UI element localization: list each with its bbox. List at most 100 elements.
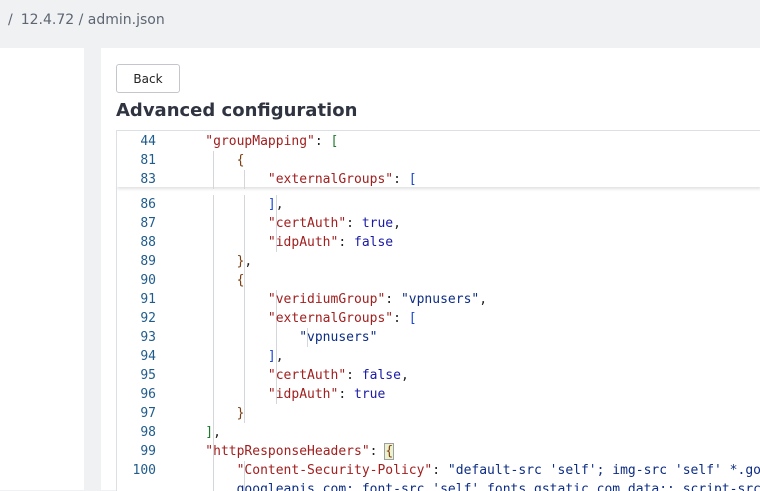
code-line: 87 "certAuth": true, (117, 214, 760, 233)
code-token: , (400, 368, 409, 383)
code-line: 98], (117, 423, 760, 442)
code-token: true (361, 216, 394, 231)
code-token: : (393, 311, 409, 326)
code-token: { (384, 443, 395, 460)
code-text: "httpResponseHeaders": { (205, 442, 395, 461)
code-line: 95 "certAuth": false, (117, 366, 760, 385)
code-line: 90 { (117, 271, 760, 290)
code-token: { (236, 273, 245, 288)
code-line: 92 "externalGroups": [ (117, 309, 760, 328)
line-number: 92 (140, 311, 156, 326)
code-token: , (275, 197, 284, 212)
line-number: 97 (140, 406, 156, 421)
code-token: : (369, 444, 386, 459)
code-line: 44 "groupMapping": [ (117, 132, 760, 151)
code-line: 91 "veridiumGroup": "vpnusers", (117, 290, 760, 309)
code-text: { (237, 271, 245, 290)
line-number: 86 (140, 197, 156, 212)
code-token: "veridiumGroup" (267, 292, 386, 307)
code-token: false (354, 235, 394, 250)
code-token: [ (330, 134, 339, 149)
code-line: 83 "externalGroups": [ (117, 170, 760, 189)
line-number: 89 (140, 254, 156, 269)
breadcrumb: / 12.4.72 / admin.json (8, 0, 165, 40)
line-number: 95 (140, 368, 156, 383)
line-number: 98 (140, 425, 156, 440)
code-token: ] (267, 349, 276, 364)
code-token: : (338, 235, 354, 250)
code-line: 94], (117, 347, 760, 366)
code-token: , (275, 349, 284, 364)
code-text: "certAuth": false, (268, 366, 409, 385)
line-number: 93 (140, 330, 156, 345)
code-line: 93 "vpnusers" (117, 328, 760, 347)
code-token: "idpAuth" (267, 235, 339, 250)
back-button[interactable]: Back (116, 64, 180, 93)
code-token: "groupMapping" (205, 134, 315, 149)
code-token: [ (408, 172, 417, 187)
line-number: 87 (140, 216, 156, 231)
line-number: 100 (132, 463, 156, 478)
line-number: 94 (140, 349, 156, 364)
code-text: "Content-Security-Policy": "default-src … (237, 461, 760, 480)
code-token: ] (267, 197, 276, 212)
code-editor[interactable]: 44 "groupMapping": [81{83 "externalGroups"… (116, 130, 760, 491)
code-token: "certAuth" (267, 216, 347, 231)
code-line: 89}, (117, 252, 760, 271)
code-token: : (432, 463, 448, 478)
code-line: 96 "idpAuth": true (117, 385, 760, 404)
code-line: 99 "httpResponseHeaders": { (117, 442, 760, 461)
code-token: ] (205, 425, 214, 440)
code-text: "idpAuth": true (268, 385, 385, 404)
code-token: "Content-Security-Policy" (236, 463, 433, 478)
line-number: 81 (140, 153, 156, 168)
code-token: : (385, 292, 401, 307)
code-text: "vpnusers" (299, 328, 377, 347)
code-token: "externalGroups" (267, 172, 394, 187)
code-line: 100 "Content-Security-Policy": "default-s… (117, 461, 760, 480)
code-token: : (346, 368, 362, 383)
code-text: "groupMapping": [ (205, 132, 338, 151)
line-number: 90 (140, 273, 156, 288)
code-token: "default-src 'self'; img-src 'self' *.go… (447, 463, 760, 478)
page-title: Advanced configuration (116, 100, 358, 121)
code-line: 97} (117, 404, 760, 423)
code-line: 81 { (117, 151, 760, 170)
code-token: "vpnusers" (400, 292, 480, 307)
code-token: false (361, 368, 401, 383)
code-text: "certAuth": true, (268, 214, 401, 233)
code-line: googleapis.com; font-src 'self' fonts.gs… (117, 480, 760, 491)
code-line: 86], (117, 195, 760, 214)
code-token: [ (408, 311, 417, 326)
code-text: }, (237, 252, 253, 271)
code-text: googleapis.com; font-src 'self' fonts.gs… (237, 480, 760, 491)
code-text: "veridiumGroup": "vpnusers", (268, 290, 487, 309)
code-text: ], (268, 347, 284, 366)
code-token: , (479, 292, 488, 307)
code-token: : (393, 172, 409, 187)
code-token: { (236, 153, 245, 168)
code-text: ], (205, 423, 221, 442)
code-text: { (237, 151, 245, 170)
code-text: ], (268, 195, 284, 214)
breadcrumb-path[interactable]: 12.4.72 / admin.json (21, 12, 165, 28)
code-text: "externalGroups": [ (268, 170, 417, 189)
breadcrumb-separator: / (8, 12, 13, 28)
code-line: 88 "idpAuth": false (117, 233, 760, 252)
code-token: "httpResponseHeaders" (205, 444, 370, 459)
code-token: : (338, 387, 354, 402)
line-number: 83 (140, 172, 156, 187)
code-token: , (244, 254, 253, 269)
code-text: "idpAuth": false (268, 233, 393, 252)
line-number: 44 (140, 134, 156, 149)
sticky-scroll-header: 44 "groupMapping": [81{83 "externalGroups"… (117, 131, 760, 189)
code-token: "vpnusers" (299, 330, 378, 345)
code-token: : (346, 216, 362, 231)
line-number: 99 (140, 444, 156, 459)
code-text: } (237, 404, 245, 423)
code-token: } (236, 406, 245, 421)
code-token: true (354, 387, 386, 402)
code-token: "externalGroups" (267, 311, 394, 326)
line-number: 91 (140, 292, 156, 307)
code-token: : (314, 134, 331, 149)
